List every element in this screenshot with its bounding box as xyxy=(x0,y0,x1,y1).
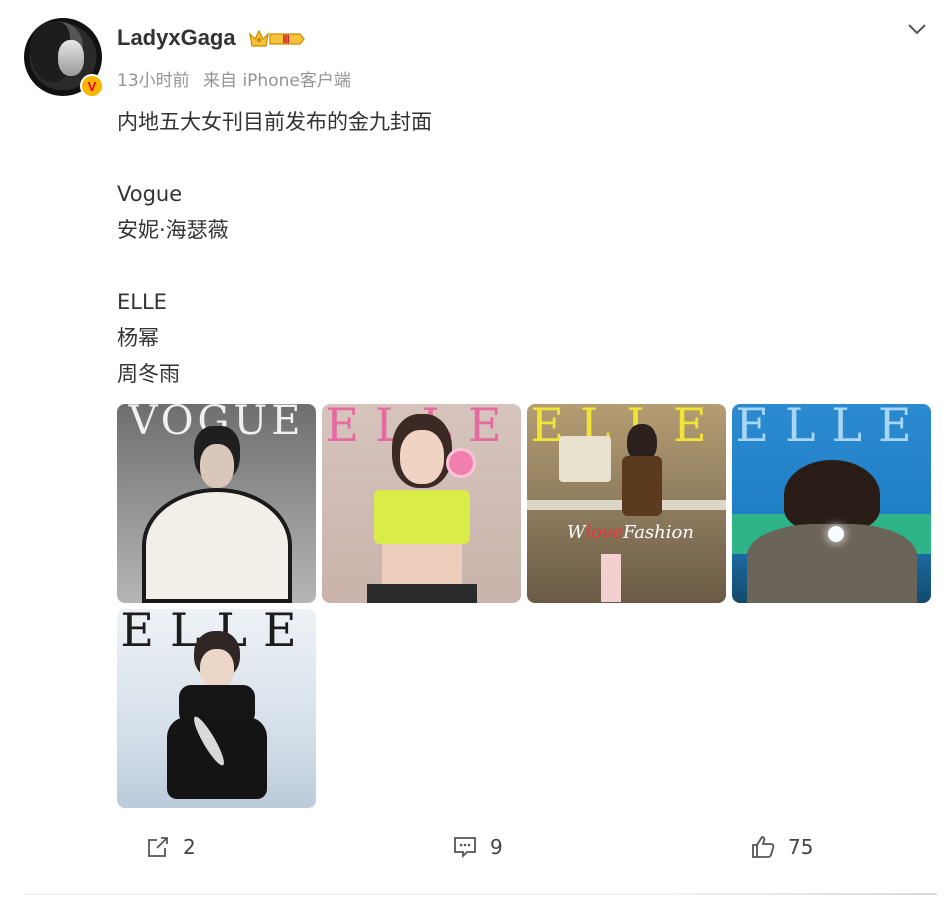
text-line xyxy=(117,248,432,284)
comment-icon xyxy=(454,837,476,859)
cover-script-text: WloveFashion xyxy=(567,522,694,543)
glow xyxy=(828,526,844,542)
cover-figure xyxy=(783,460,880,530)
cover-figure xyxy=(399,430,444,484)
action-bar: 2 9 75 xyxy=(0,834,947,866)
like-count: 75 xyxy=(788,835,814,859)
like-icon xyxy=(752,836,775,858)
divider xyxy=(24,893,937,895)
cover-figure xyxy=(141,488,292,603)
text-line: 安妮·海瑟薇 xyxy=(117,218,229,242)
elle-cover-retro-image[interactable]: ELLE WloveFashion xyxy=(527,404,726,603)
computer-monitor xyxy=(559,436,611,482)
vogue-cover-image[interactable]: VOGUE xyxy=(117,404,316,603)
comment-button[interactable]: 9 xyxy=(452,834,503,860)
repost-icon xyxy=(148,837,168,857)
text-line: ELLE xyxy=(117,290,167,314)
post-time[interactable]: 13小时前 xyxy=(117,71,190,91)
comment-count: 9 xyxy=(490,835,503,859)
text-line: 内地五大女刊目前发布的金九封面 xyxy=(117,110,432,134)
text-line: 杨幂 xyxy=(117,326,159,350)
post-text: 内地五大女刊目前发布的金九封面 Vogue 安妮·海瑟薇 ELLE 杨幂 周冬雨 xyxy=(117,104,432,392)
repost-count: 2 xyxy=(183,835,196,859)
cover-figure xyxy=(600,554,621,602)
elle-cover-yangmi-image[interactable]: ELLE xyxy=(322,404,521,603)
cover-figure xyxy=(366,584,477,603)
elle-cover-zhoudongyu-image[interactable]: ELLE xyxy=(117,609,316,808)
verified-badge-icon: V xyxy=(80,74,104,98)
text-line: Vogue xyxy=(117,182,183,206)
cover-figure xyxy=(199,649,234,689)
username[interactable]: LadyxGaga xyxy=(117,25,236,51)
chevron-down-icon[interactable] xyxy=(906,20,928,38)
cover-title: ELLE xyxy=(735,404,928,452)
text-line xyxy=(117,140,432,176)
elle-cover-blue-image[interactable]: ELLE xyxy=(732,404,931,603)
text-line: 周冬雨 xyxy=(117,362,180,386)
post-meta: 13小时前 来自 iPhone客户端 xyxy=(117,66,359,91)
vip-crown-icon[interactable]: Ⅲ xyxy=(248,28,306,50)
cover-figure xyxy=(373,490,470,544)
cover-figure xyxy=(622,456,663,516)
donut xyxy=(446,448,476,478)
weibo-post-card: V LadyxGaga Ⅲ 13小时前 来自 iPhone客户端 内地五大女刊目… xyxy=(0,0,947,906)
like-button[interactable]: 75 xyxy=(750,834,813,860)
vip-level: Ⅲ xyxy=(282,34,290,46)
cover-figure xyxy=(199,444,234,488)
avatar-face xyxy=(58,40,84,76)
cover-figure xyxy=(381,544,462,584)
repost-button[interactable]: 2 xyxy=(145,834,196,860)
post-source: 来自 iPhone客户端 xyxy=(203,71,351,91)
